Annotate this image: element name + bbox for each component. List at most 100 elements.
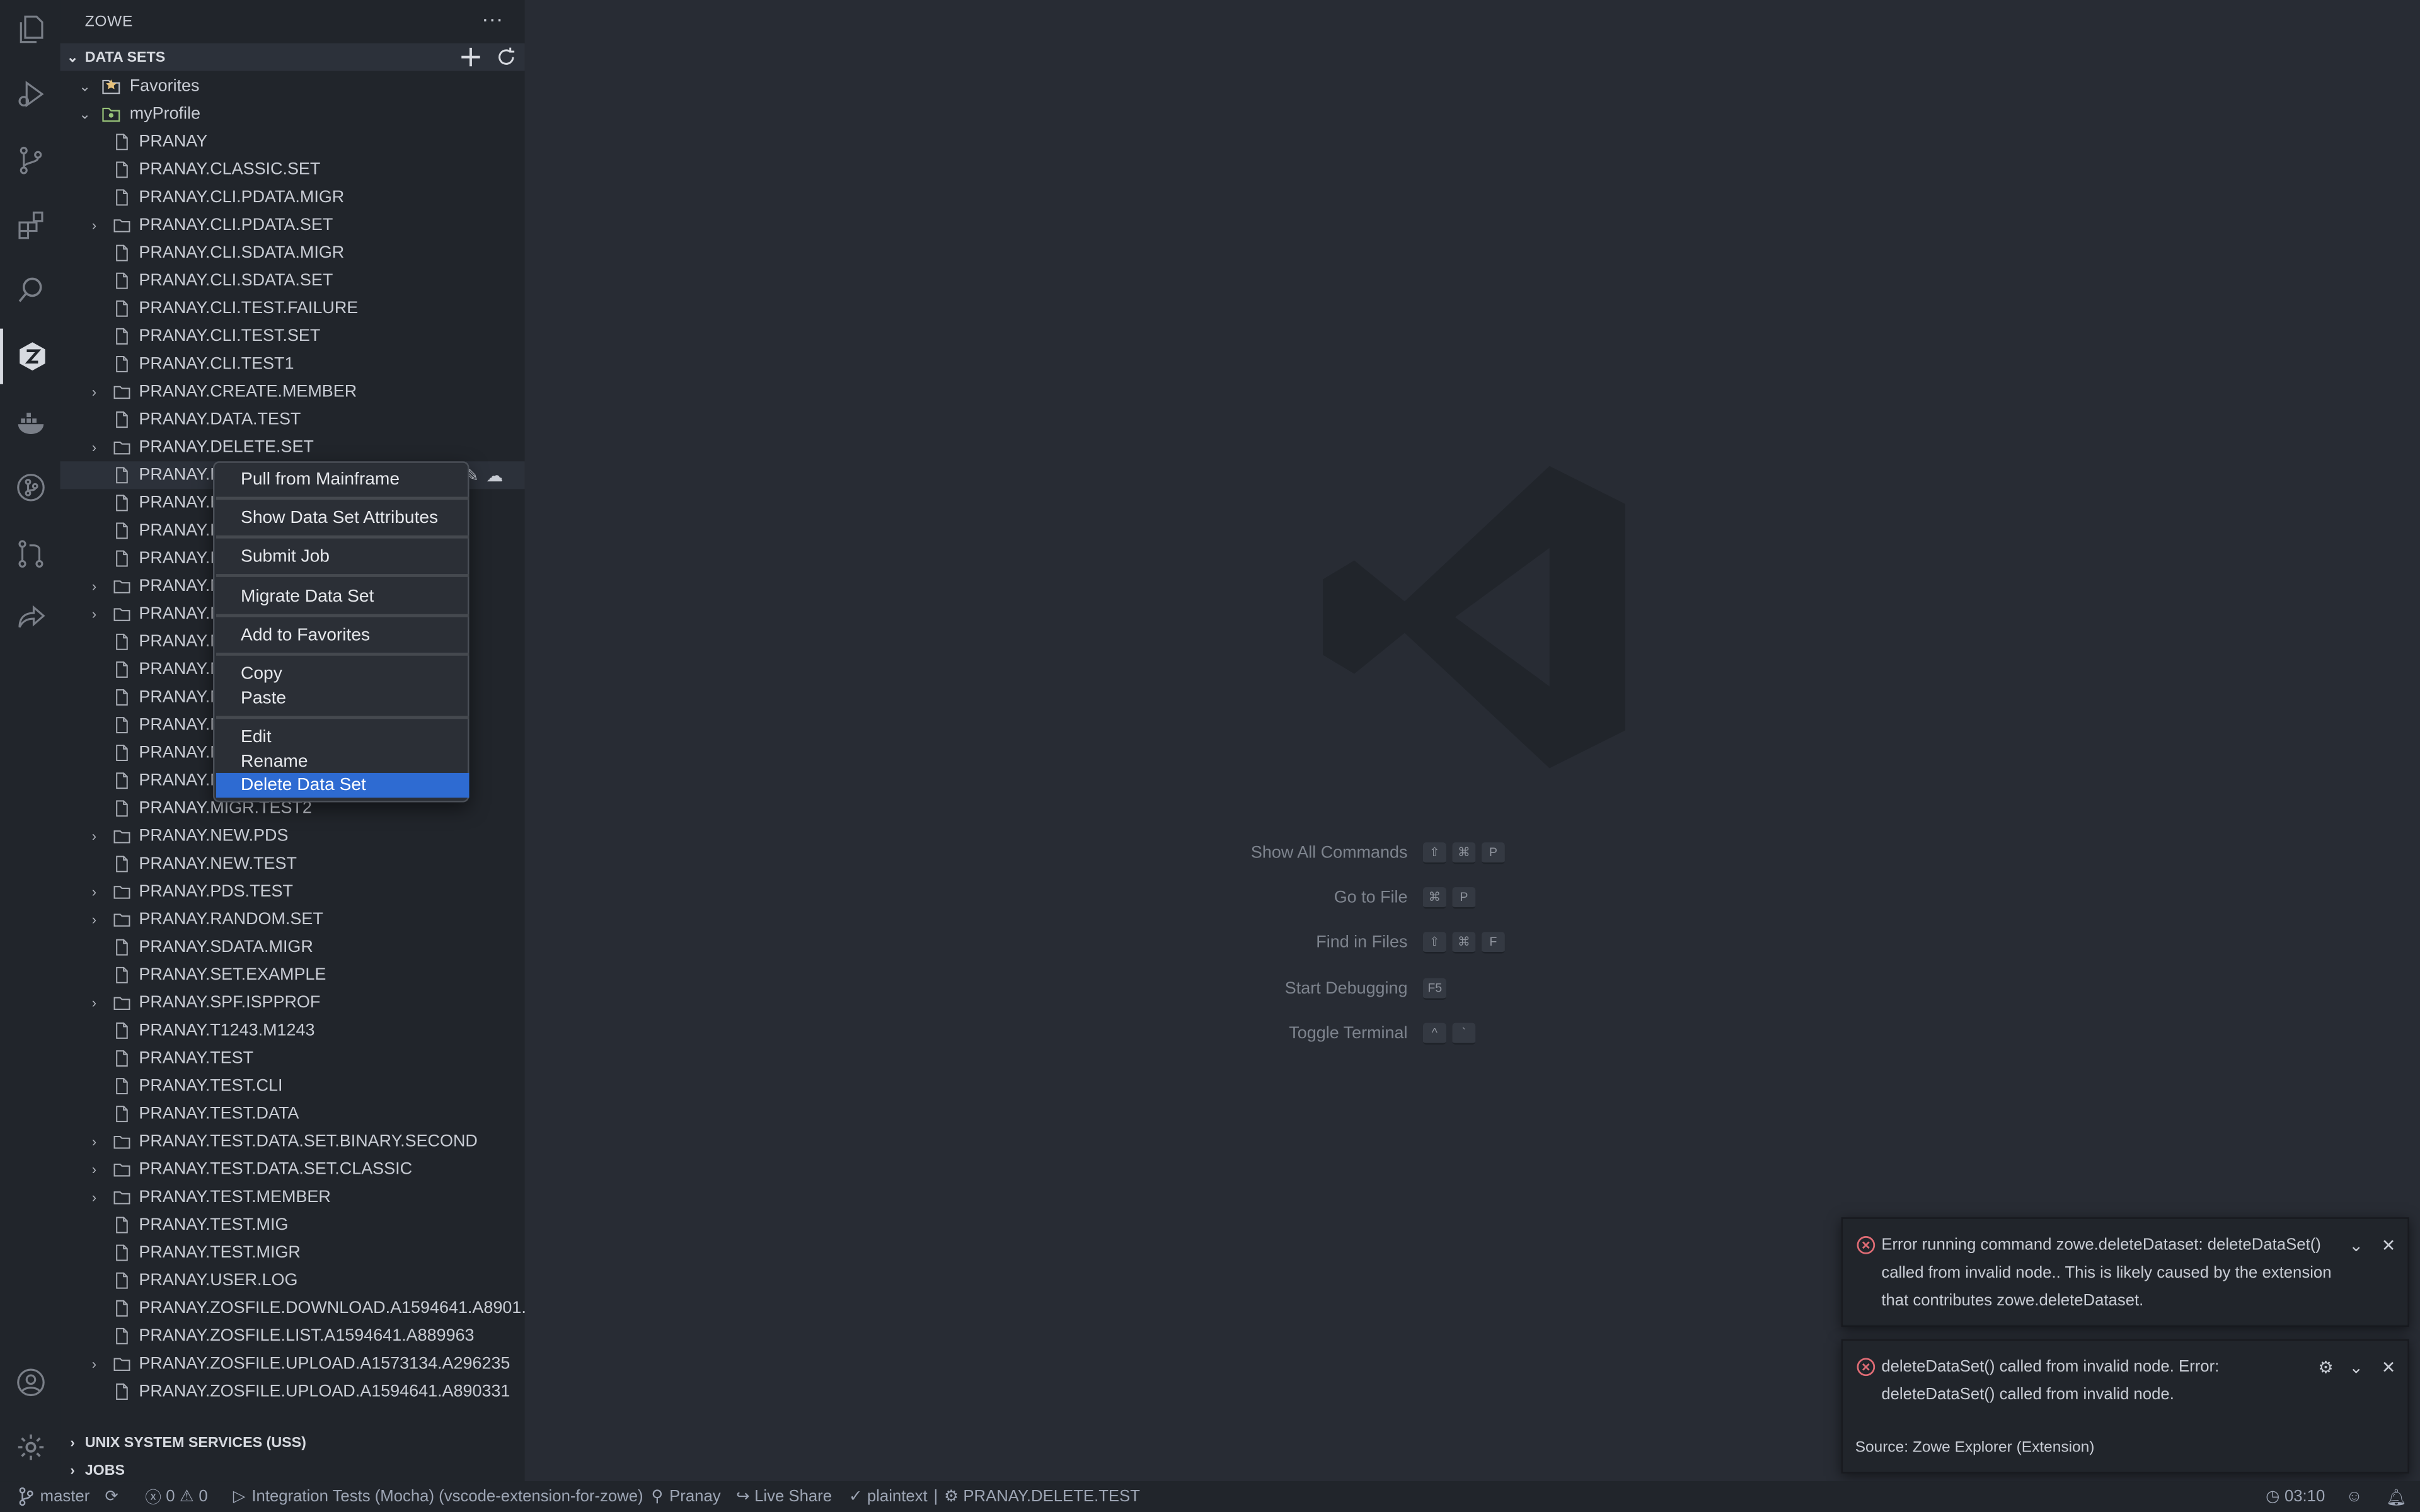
- data-set-row[interactable]: PRANAY.CLI.TEST.FAILURE: [60, 295, 525, 323]
- data-set-pds-row[interactable]: › PRANAY.NEW.PDS: [60, 822, 525, 850]
- chevron-right-icon[interactable]: ›: [86, 1162, 101, 1177]
- problems-status[interactable]: ⓧ 0 ⚠ 0: [145, 1481, 207, 1512]
- data-set-pds-row[interactable]: › PRANAY.ZOSFILE.UPLOAD.A1573134.A296235: [60, 1350, 525, 1378]
- download-cloud-icon[interactable]: ☁: [486, 465, 503, 485]
- shortcut-show-all-commands[interactable]: Show All Commands ⇧ ⌘ P: [1173, 830, 1790, 876]
- gitlens-icon[interactable]: [0, 460, 60, 515]
- data-set-row[interactable]: PRANAY.SDATA.MIGR: [60, 934, 525, 961]
- file-icon: [116, 800, 128, 817]
- chevron-right-icon[interactable]: ›: [86, 884, 101, 899]
- folder-icon: [113, 1358, 130, 1372]
- data-set-row[interactable]: PRANAY.CLI.SDATA.SET: [60, 267, 525, 295]
- data-set-pds-row[interactable]: › PRANAY.PDS.TEST: [60, 878, 525, 905]
- data-set-row[interactable]: PRANAY.CLI.SDATA.MIGR: [60, 239, 525, 267]
- data-set-row[interactable]: PRANAY.TEST.MIG: [60, 1211, 525, 1239]
- data-set-row[interactable]: PRANAY.CLASSIC.SET: [60, 156, 525, 183]
- data-set-row[interactable]: PRANAY.ZOSFILE.LIST.A1594641.A889963: [60, 1322, 525, 1350]
- debug-config-status[interactable]: ▷ Integration Tests (Mocha) (vscode-exte…: [233, 1481, 643, 1512]
- search-icon[interactable]: [0, 262, 60, 318]
- data-sets-section-header[interactable]: ⌄ DATA SETS: [60, 43, 525, 71]
- gear-icon[interactable]: ⚙: [2318, 1354, 2333, 1382]
- chevron-right-icon[interactable]: ›: [86, 1189, 101, 1205]
- run-debug-icon[interactable]: [0, 66, 60, 122]
- error-icon: [1857, 1358, 1876, 1377]
- feedback-icon[interactable]: ☺: [2346, 1481, 2362, 1512]
- live-share-status[interactable]: ↪ Live Share: [736, 1481, 832, 1512]
- data-set-row[interactable]: PRANAY.TEST.DATA: [60, 1100, 525, 1128]
- live-share-icon[interactable]: [0, 591, 60, 646]
- chevron-right-icon[interactable]: ›: [86, 384, 101, 399]
- data-set-pds-row[interactable]: › PRANAY.TEST.MEMBER: [60, 1183, 525, 1211]
- shortcut-start-debugging[interactable]: Start Debugging F5: [1173, 966, 1790, 1011]
- data-set-row[interactable]: PRANAY.T1243.M1243: [60, 1017, 525, 1045]
- data-set-row[interactable]: PRANAY.USER.LOG: [60, 1267, 525, 1295]
- data-set-row[interactable]: PRANAY.DATA.TEST: [60, 406, 525, 433]
- data-set-row[interactable]: PRANAY.SET.EXAMPLE: [60, 961, 525, 989]
- chevron-right-icon[interactable]: ›: [86, 828, 101, 844]
- add-session-icon[interactable]: [458, 45, 483, 74]
- menu-migrate-data-set[interactable]: Migrate Data Set: [216, 585, 470, 609]
- data-set-row[interactable]: PRANAY.TEST.MIGR: [60, 1239, 525, 1267]
- close-icon[interactable]: ✕: [2382, 1354, 2396, 1382]
- shortcut-find-in-files[interactable]: Find in Files ⇧ ⌘ F: [1173, 920, 1790, 966]
- data-set-pds-row[interactable]: › PRANAY.CREATE.MEMBER: [60, 378, 525, 406]
- menu-rename[interactable]: Rename: [216, 750, 470, 774]
- menu-pull-from-mainframe[interactable]: Pull from Mainframe: [216, 467, 470, 491]
- chevron-right-icon[interactable]: ›: [86, 606, 101, 621]
- data-set-row[interactable]: PRANAY.CLI.PDATA.MIGR: [60, 183, 525, 211]
- menu-edit[interactable]: Edit: [216, 725, 470, 749]
- notifications-bell-icon[interactable]: 🔔︎: [2386, 1481, 2407, 1512]
- favorites-node[interactable]: ⌄ Favorites: [60, 72, 525, 100]
- menu-show-attributes[interactable]: Show Data Set Attributes: [216, 506, 470, 530]
- chevron-right-icon[interactable]: ›: [86, 440, 101, 455]
- chevron-down-icon[interactable]: ⌄: [2349, 1233, 2363, 1261]
- shortcut-toggle-terminal[interactable]: Toggle Terminal ^ `: [1173, 1011, 1790, 1057]
- chevron-right-icon[interactable]: ›: [86, 1356, 101, 1372]
- chevron-right-icon[interactable]: ›: [86, 217, 101, 232]
- refresh-icon[interactable]: [495, 46, 517, 72]
- data-set-pds-row[interactable]: › PRANAY.RANDOM.SET: [60, 906, 525, 934]
- menu-paste[interactable]: Paste: [216, 687, 470, 711]
- data-set-pds-row[interactable]: › PRANAY.CLI.PDATA.SET: [60, 212, 525, 239]
- chevron-right-icon[interactable]: ›: [86, 912, 101, 927]
- jobs-section-header[interactable]: › JOBS: [60, 1457, 525, 1484]
- shortcut-go-to-file[interactable]: Go to File ⌘ P: [1173, 875, 1790, 920]
- pull-requests-icon[interactable]: [0, 526, 60, 581]
- data-set-row[interactable]: PRANAY: [60, 128, 525, 156]
- more-actions-icon[interactable]: ···: [481, 6, 503, 31]
- user-status[interactable]: ⚲ Pranay: [651, 1481, 720, 1512]
- settings-gear-icon[interactable]: [0, 1419, 60, 1475]
- menu-copy[interactable]: Copy: [216, 662, 470, 686]
- data-set-pds-row[interactable]: › PRANAY.TEST.DATA.SET.BINARY.SECOND: [60, 1128, 525, 1155]
- data-set-pds-row[interactable]: › PRANAY.DELETE.SET: [60, 433, 525, 461]
- close-icon[interactable]: ✕: [2382, 1233, 2396, 1261]
- data-set-row[interactable]: PRANAY.TEST: [60, 1045, 525, 1072]
- explorer-icon[interactable]: [0, 1, 60, 57]
- language-status[interactable]: ✓ plaintext | ⚙ PRANAY.DELETE.TEST: [849, 1481, 1140, 1512]
- data-set-row[interactable]: PRANAY.CLI.TEST.SET: [60, 323, 525, 350]
- data-set-pds-row[interactable]: › PRANAY.TEST.DATA.SET.CLASSIC: [60, 1155, 525, 1183]
- chevron-right-icon[interactable]: ›: [86, 995, 101, 1011]
- time-status[interactable]: ◷ 03:10: [2266, 1481, 2325, 1512]
- accounts-icon[interactable]: [0, 1354, 60, 1410]
- data-set-row[interactable]: PRANAY.TEST.CLI: [60, 1072, 525, 1100]
- chevron-down-icon[interactable]: ⌄: [2349, 1354, 2363, 1382]
- branch-status[interactable]: master: [18, 1481, 89, 1512]
- data-set-pds-row[interactable]: › PRANAY.SPF.ISPPROF: [60, 989, 525, 1017]
- chevron-right-icon[interactable]: ›: [86, 578, 101, 593]
- extensions-icon[interactable]: [0, 197, 60, 253]
- chevron-right-icon[interactable]: ›: [86, 1134, 101, 1149]
- menu-delete-data-set[interactable]: Delete Data Set: [216, 772, 470, 797]
- menu-add-to-favorites[interactable]: Add to Favorites: [216, 623, 470, 647]
- zowe-icon[interactable]: [0, 328, 60, 384]
- uss-section-header[interactable]: › UNIX SYSTEM SERVICES (USS): [60, 1429, 525, 1457]
- docker-icon[interactable]: [0, 395, 60, 450]
- data-set-row[interactable]: PRANAY.NEW.TEST: [60, 850, 525, 878]
- data-set-row[interactable]: PRANAY.ZOSFILE.UPLOAD.A1594641.A890331: [60, 1378, 525, 1406]
- data-set-row[interactable]: PRANAY.ZOSFILE.DOWNLOAD.A1594641.A8901..…: [60, 1295, 536, 1322]
- profile-node[interactable]: ⌄ myProfile: [60, 100, 525, 128]
- menu-submit-job[interactable]: Submit Job: [216, 544, 470, 568]
- source-control-icon[interactable]: [0, 133, 60, 188]
- sync-icon[interactable]: ⟳: [105, 1481, 119, 1512]
- data-set-row[interactable]: PRANAY.CLI.TEST1: [60, 350, 525, 378]
